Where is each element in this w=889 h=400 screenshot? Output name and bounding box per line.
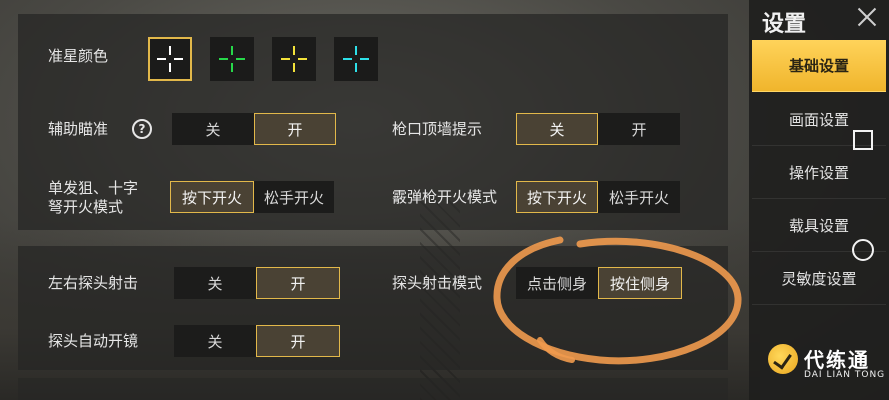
peek-auto-scope-toggle: 关 开 [174, 325, 340, 357]
peek-fire-mode-tap-button[interactable]: 点击侧身 [516, 267, 598, 299]
sidebar-item-controls[interactable]: 操作设置 [752, 147, 886, 199]
brand-logo-icon [768, 344, 798, 374]
aim-assist-off-button[interactable]: 关 [172, 113, 254, 145]
peek-fire-mode-hold-button[interactable]: 按住侧身 [598, 267, 682, 299]
settings-panel-bottom [18, 246, 728, 370]
peek-fire-mode-label: 探头射击模式 [392, 274, 483, 292]
crosshair-icon [157, 46, 183, 72]
crosshair-color-label: 准星颜色 [48, 47, 109, 65]
single-fire-mode-toggle: 按下开火 松手开火 [170, 181, 334, 213]
peek-fire-off-button[interactable]: 关 [174, 267, 256, 299]
shotgun-fire-mode-toggle: 按下开火 松手开火 [516, 181, 680, 213]
peek-auto-scope-label: 探头自动开镜 [48, 332, 139, 350]
shotgun-fire-release-button[interactable]: 松手开火 [598, 181, 680, 213]
sidebar-title: 设置 [762, 12, 807, 37]
muzzle-wall-hint-label: 枪口顶墙提示 [392, 120, 483, 138]
aim-assist-toggle: 关 开 [172, 113, 336, 145]
crosshair-icon [219, 46, 245, 72]
crosshair-green-swatch[interactable] [210, 37, 254, 81]
crosshair-icon [281, 46, 307, 72]
crosshair-white-swatch[interactable] [148, 37, 192, 81]
settings-panel-next [18, 378, 728, 400]
peek-fire-toggle: 关 开 [174, 267, 340, 299]
aim-assist-on-button[interactable]: 开 [254, 113, 336, 145]
watermark-name: 代练通 [804, 348, 870, 372]
floating-circle-button[interactable] [852, 239, 874, 261]
crosshair-cyan-swatch[interactable] [334, 37, 378, 81]
crosshair-yellow-swatch[interactable] [272, 37, 316, 81]
shotgun-fire-press-button[interactable]: 按下开火 [516, 181, 598, 213]
peek-fire-label: 左右探头射击 [48, 274, 139, 292]
watermark-subtitle: DAI LIAN TONG [804, 370, 886, 380]
close-icon[interactable] [854, 4, 880, 30]
aim-assist-label: 辅助瞄准 [48, 120, 109, 138]
muzzle-wall-hint-off-button[interactable]: 关 [516, 113, 598, 145]
single-fire-mode-label-line1: 单发狙、十字 [48, 179, 139, 197]
muzzle-wall-hint-toggle: 关 开 [516, 113, 680, 145]
peek-auto-scope-on-button[interactable]: 开 [256, 325, 340, 357]
watermark: 代练通 DAI LIAN TONG [712, 330, 889, 400]
sidebar-item-basic[interactable]: 基础设置 [752, 40, 886, 92]
shotgun-fire-mode-label: 霰弹枪开火模式 [392, 188, 498, 206]
crosshair-icon [343, 46, 369, 72]
floating-square-button[interactable] [853, 130, 873, 150]
single-fire-mode-label-line2: 弩开火模式 [48, 198, 124, 216]
muzzle-wall-hint-on-button[interactable]: 开 [598, 113, 680, 145]
single-fire-press-button[interactable]: 按下开火 [170, 181, 254, 213]
sidebar-item-sensitivity[interactable]: 灵敏度设置 [752, 253, 886, 305]
single-fire-release-button[interactable]: 松手开火 [254, 181, 334, 213]
peek-fire-on-button[interactable]: 开 [256, 267, 340, 299]
peek-auto-scope-off-button[interactable]: 关 [174, 325, 256, 357]
help-icon[interactable]: ? [132, 119, 152, 139]
peek-fire-mode-toggle: 点击侧身 按住侧身 [516, 267, 682, 299]
